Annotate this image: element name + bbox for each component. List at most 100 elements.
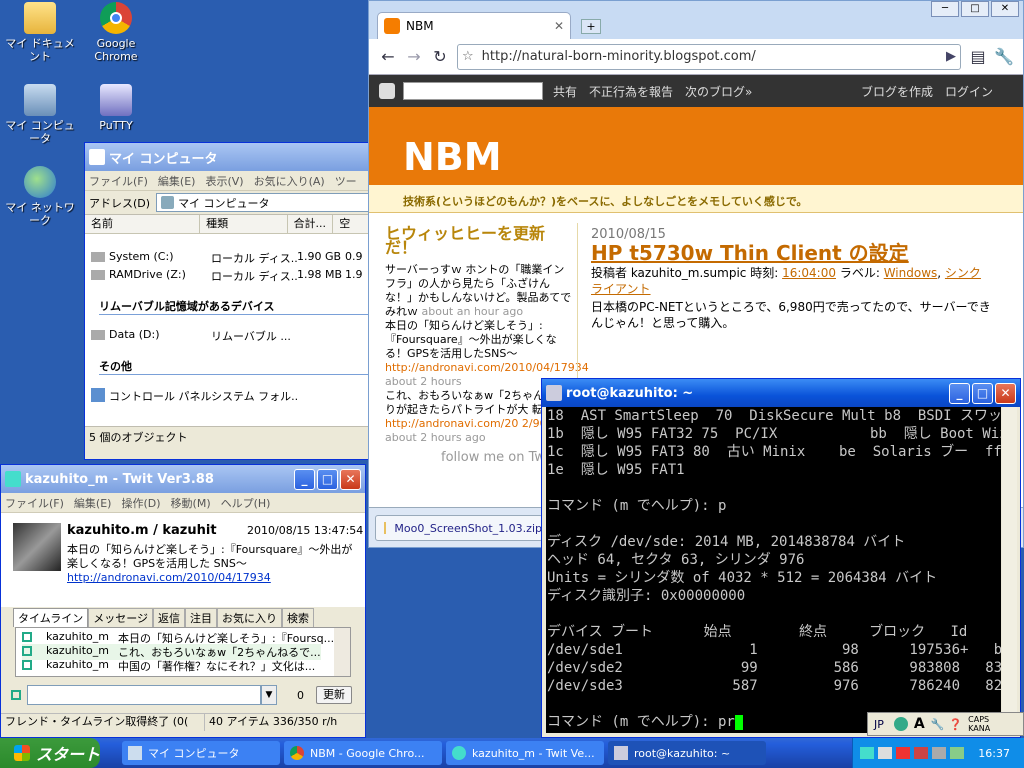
minimize-icon[interactable]: _ bbox=[294, 468, 315, 490]
taskbar-item-putty[interactable]: root@kazuhito: ~ bbox=[608, 741, 766, 765]
terminal-line: /dev/sde2 99 586 983808 83 L bbox=[547, 660, 1001, 676]
maximize-icon[interactable]: □ bbox=[961, 1, 989, 17]
tab-favorites[interactable]: お気に入り bbox=[217, 608, 283, 627]
tab-watch[interactable]: 注目 bbox=[185, 608, 218, 627]
column-name[interactable]: 名前 bbox=[85, 215, 201, 233]
list-item[interactable]: コントロール パネル システム フォル... bbox=[91, 388, 297, 404]
menu-move[interactable]: 移動(M) bbox=[171, 495, 211, 511]
minimize-icon[interactable]: _ bbox=[949, 382, 970, 404]
wrench-icon[interactable]: 🔧 bbox=[991, 44, 1017, 70]
maximize-icon[interactable]: □ bbox=[972, 382, 993, 404]
omnibox[interactable]: ☆ http://natural-born-minority.blogspot.… bbox=[457, 43, 961, 70]
page-menu-icon[interactable]: ▤ bbox=[965, 44, 991, 70]
list-item[interactable]: RAMDrive (Z:) ローカル ディス... 1.98 MB 1.9 bbox=[91, 268, 365, 284]
forward-icon[interactable]: → bbox=[401, 44, 427, 70]
system-tray: 16:37 bbox=[852, 738, 1024, 768]
nav-create-blog[interactable]: ブログを作成 bbox=[861, 83, 933, 100]
address-field[interactable]: マイ コンピュータ bbox=[156, 193, 373, 212]
close-icon[interactable]: ✕ bbox=[554, 19, 564, 33]
tweet-link[interactable]: http://andronavi.com/2010/04/17934 bbox=[385, 361, 589, 374]
go-icon[interactable]: ▶ bbox=[946, 49, 956, 64]
menu-tools[interactable]: ツー bbox=[335, 173, 357, 189]
nav-next-blog[interactable]: 次のブログ» bbox=[685, 83, 752, 100]
nav-share[interactable]: 共有 bbox=[553, 83, 577, 100]
tab-timeline[interactable]: タイムライン bbox=[13, 608, 89, 627]
scrollbar[interactable] bbox=[334, 628, 350, 676]
ime-input-mode[interactable]: A bbox=[914, 716, 925, 732]
list-item[interactable]: Data (D:) リムーバブル ... bbox=[91, 328, 297, 344]
list-item[interactable]: System (C:) ローカル ディス... 1.90 GB 0.9 bbox=[91, 250, 365, 266]
menu-edit[interactable]: 編集(E) bbox=[74, 495, 112, 511]
tab-messages[interactable]: メッセージ bbox=[88, 608, 154, 627]
scrollbar[interactable] bbox=[1002, 407, 1017, 733]
star-icon[interactable]: ☆ bbox=[462, 49, 474, 64]
nav-login[interactable]: ログイン bbox=[945, 83, 993, 100]
window-title: kazuhito_m - Twit Ver3.88 bbox=[25, 471, 214, 487]
post: 2010/08/15 HP t5730w Thin Client の設定 投稿者… bbox=[591, 227, 991, 331]
tweet-input[interactable] bbox=[27, 685, 261, 705]
update-button[interactable]: 更新 bbox=[316, 686, 352, 704]
tray-security-icon[interactable] bbox=[896, 747, 911, 759]
taskbar-item-chrome[interactable]: NBM - Google Chro... bbox=[284, 741, 442, 765]
menu-favorites[interactable]: お気に入り(A) bbox=[254, 173, 325, 189]
group-heading: リムーバブル記憶域があるデバイス bbox=[99, 300, 275, 313]
blogger-search-input[interactable] bbox=[403, 82, 543, 100]
toolbar: ← → ↻ ☆ http://natural-born-minority.blo… bbox=[369, 39, 1023, 75]
reload-icon[interactable]: ↻ bbox=[427, 44, 453, 70]
nav-report[interactable]: 不正行為を報告 bbox=[589, 83, 673, 100]
desktop-icon-my-network[interactable]: マイ ネットワーク bbox=[0, 166, 80, 227]
wrench-icon[interactable]: 🔧 bbox=[931, 718, 945, 731]
blogger-icon[interactable] bbox=[379, 83, 395, 99]
close-icon[interactable]: ✕ bbox=[340, 468, 361, 490]
desktop-icon-putty[interactable]: PuTTY bbox=[76, 84, 156, 132]
tray-twit-icon[interactable] bbox=[860, 747, 875, 759]
group-heading: その他 bbox=[99, 360, 132, 373]
start-button[interactable]: スタート bbox=[0, 738, 100, 768]
help-icon[interactable]: ❓ bbox=[948, 718, 962, 731]
taskbar-item-explorer[interactable]: マイ コンピュータ bbox=[122, 741, 280, 765]
explorer-titlebar[interactable]: マイ コンピュータ bbox=[85, 143, 373, 171]
chevron-down-icon[interactable]: ▼ bbox=[261, 685, 277, 705]
desktop-icon-my-documents[interactable]: マイ ドキュメント bbox=[0, 2, 80, 63]
back-icon[interactable]: ← bbox=[375, 44, 401, 70]
maximize-icon[interactable]: □ bbox=[317, 468, 338, 490]
tab-nbm[interactable]: NBM ✕ bbox=[377, 12, 571, 39]
tray-volume-icon[interactable] bbox=[932, 747, 947, 759]
tweet-link[interactable]: http://andronavi.com/2010/04/17934 bbox=[67, 571, 271, 584]
close-icon[interactable]: ✕ bbox=[995, 382, 1016, 404]
label-link[interactable]: Windows bbox=[884, 266, 938, 280]
menu-edit[interactable]: 編集(E) bbox=[158, 173, 196, 189]
tray-network-icon[interactable] bbox=[878, 747, 893, 759]
menu-file[interactable]: ファイル(F) bbox=[5, 495, 64, 511]
post-title[interactable]: HP t5730w Thin Client の設定 bbox=[591, 243, 991, 263]
desktop-icon-my-computer[interactable]: マイ コンピュータ bbox=[0, 84, 80, 145]
post-time-link[interactable]: 16:04:00 bbox=[782, 266, 836, 280]
taskbar-item-twit[interactable]: kazuhito_m - Twit Ve... bbox=[446, 741, 604, 765]
tab-replies[interactable]: 返信 bbox=[153, 608, 186, 627]
terminal-screen[interactable]: 18 AST SmartSleep 70 DiskSecure Mult b8 … bbox=[546, 407, 1001, 733]
minimize-icon[interactable]: ─ bbox=[931, 1, 959, 17]
new-tab-button[interactable]: + bbox=[581, 19, 601, 34]
twit-titlebar[interactable]: kazuhito_m - Twit Ver3.88 _ □ ✕ bbox=[1, 465, 365, 493]
menu-help[interactable]: ヘルプ(H) bbox=[221, 495, 271, 511]
tweet-icon bbox=[22, 660, 32, 670]
menu-view[interactable]: 表示(V) bbox=[205, 173, 243, 189]
putty-titlebar[interactable]: root@kazuhito: ~ _ □ ✕ bbox=[542, 379, 1020, 407]
ime-mode-icon[interactable] bbox=[893, 717, 908, 731]
tray-usb-icon[interactable] bbox=[950, 747, 965, 759]
column-type[interactable]: 種類 bbox=[200, 215, 288, 233]
column-total[interactable]: 合計... bbox=[288, 215, 334, 233]
close-icon[interactable]: ✕ bbox=[991, 1, 1019, 17]
menu-operate[interactable]: 操作(D) bbox=[121, 495, 160, 511]
desktop-icon-label: Google Chrome bbox=[94, 37, 138, 63]
list-item[interactable]: kazuhito_m 中国の「著作権？なにそれ？」文化は... bbox=[22, 658, 315, 674]
tweet-link[interactable]: http://andronavi.com/20 2/9051 bbox=[385, 417, 561, 430]
zip-icon bbox=[384, 522, 387, 534]
download-item[interactable]: Moo0_ScreenShot_1.03.zip bbox=[375, 515, 543, 541]
ime-language[interactable]: JP bbox=[874, 718, 884, 731]
tab-search[interactable]: 検索 bbox=[282, 608, 315, 627]
menu-file[interactable]: ファイル(F) bbox=[89, 173, 148, 189]
url-text: http://natural-born-minority.blogspot.co… bbox=[481, 49, 756, 64]
desktop-icon-chrome[interactable]: Google Chrome bbox=[76, 2, 156, 63]
tray-app-icon[interactable] bbox=[914, 747, 929, 759]
